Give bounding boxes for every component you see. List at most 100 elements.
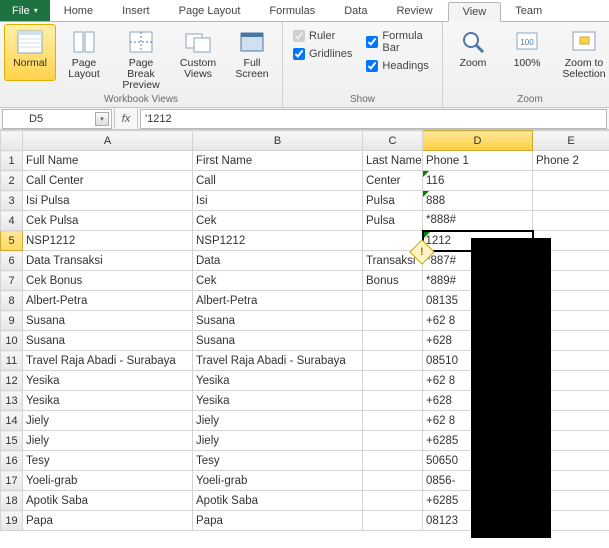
custom-views-button[interactable]: Custom Views bbox=[172, 24, 224, 81]
row-header[interactable]: 1 bbox=[1, 151, 23, 171]
cell[interactable]: Data bbox=[193, 251, 363, 271]
cell[interactable] bbox=[363, 311, 423, 331]
tab-view[interactable]: View bbox=[448, 2, 502, 22]
cell[interactable]: Albert-Petra bbox=[193, 291, 363, 311]
row-header[interactable]: 19 bbox=[1, 511, 23, 531]
fx-button[interactable]: fx bbox=[114, 108, 138, 129]
row-header[interactable]: 6 bbox=[1, 251, 23, 271]
column-header-C[interactable]: C bbox=[363, 131, 423, 151]
cell[interactable]: 116 bbox=[423, 171, 533, 191]
cell[interactable]: NSP1212 bbox=[193, 231, 363, 251]
tab-insert[interactable]: Insert bbox=[108, 2, 165, 20]
cell[interactable]: Full Name bbox=[23, 151, 193, 171]
cell[interactable]: Yesika bbox=[193, 371, 363, 391]
cell[interactable] bbox=[533, 171, 609, 191]
cell[interactable]: Center bbox=[363, 171, 423, 191]
cell[interactable] bbox=[363, 511, 423, 531]
full-screen-button[interactable]: Full Screen bbox=[226, 24, 278, 81]
row-header[interactable]: 9 bbox=[1, 311, 23, 331]
cell[interactable]: Susana bbox=[193, 311, 363, 331]
cell[interactable]: Susana bbox=[23, 331, 193, 351]
cell[interactable]: Papa bbox=[193, 511, 363, 531]
cell[interactable]: Jiely bbox=[193, 411, 363, 431]
name-box-dropdown[interactable]: ▾ bbox=[95, 112, 109, 126]
cell[interactable] bbox=[363, 371, 423, 391]
row-header[interactable]: 3 bbox=[1, 191, 23, 211]
row-header[interactable]: 17 bbox=[1, 471, 23, 491]
cell[interactable]: Call bbox=[193, 171, 363, 191]
normal-view-button[interactable]: Normal bbox=[4, 24, 56, 81]
column-header-E[interactable]: E bbox=[533, 131, 609, 151]
cell[interactable]: Yoeli-grab bbox=[193, 471, 363, 491]
gridlines-checkbox[interactable]: Gridlines bbox=[293, 48, 352, 60]
cell[interactable] bbox=[363, 351, 423, 371]
cell[interactable] bbox=[363, 491, 423, 511]
column-header-D[interactable]: D bbox=[423, 131, 533, 151]
cell[interactable]: Pulsa bbox=[363, 211, 423, 231]
cell[interactable]: Bonus bbox=[363, 271, 423, 291]
cell[interactable]: Albert-Petra bbox=[23, 291, 193, 311]
cell[interactable]: Isi Pulsa bbox=[23, 191, 193, 211]
cell[interactable]: *888# bbox=[423, 211, 533, 231]
tab-home[interactable]: Home bbox=[50, 2, 108, 20]
cell[interactable]: Jiely bbox=[193, 431, 363, 451]
cell[interactable]: Yesika bbox=[193, 391, 363, 411]
tab-team[interactable]: Team bbox=[501, 2, 557, 20]
headings-checkbox[interactable]: Headings bbox=[366, 60, 432, 72]
column-header-A[interactable]: A bbox=[23, 131, 193, 151]
cell[interactable] bbox=[363, 471, 423, 491]
tab-file[interactable]: File ▾ bbox=[0, 0, 50, 21]
page-layout-button[interactable]: Page Layout bbox=[58, 24, 110, 81]
cell[interactable]: Pulsa bbox=[363, 191, 423, 211]
cell[interactable]: Papa bbox=[23, 511, 193, 531]
cell[interactable]: Yoeli-grab bbox=[23, 471, 193, 491]
cell[interactable]: Susana bbox=[23, 311, 193, 331]
row-header[interactable]: 14 bbox=[1, 411, 23, 431]
cell[interactable] bbox=[363, 291, 423, 311]
cell[interactable]: Tesy bbox=[193, 451, 363, 471]
zoom-button[interactable]: Zoom bbox=[447, 24, 499, 81]
cell[interactable]: Call Center bbox=[23, 171, 193, 191]
column-header-B[interactable]: B bbox=[193, 131, 363, 151]
row-header[interactable]: 8 bbox=[1, 291, 23, 311]
row-header[interactable]: 2 bbox=[1, 171, 23, 191]
cell[interactable] bbox=[363, 451, 423, 471]
zoom-to-selection-button[interactable]: Zoom to Selection bbox=[555, 24, 609, 81]
cell[interactable] bbox=[363, 431, 423, 451]
cell[interactable]: Cek bbox=[193, 271, 363, 291]
cell[interactable] bbox=[363, 331, 423, 351]
cell[interactable]: Tesy bbox=[23, 451, 193, 471]
cell[interactable]: NSP1212 bbox=[23, 231, 193, 251]
cell[interactable]: Phone 1 bbox=[423, 151, 533, 171]
spreadsheet-grid[interactable]: ABCDE1Full NameFirst NameLast NamePhone … bbox=[0, 130, 609, 531]
tab-formulas[interactable]: Formulas bbox=[255, 2, 330, 20]
zoom-100-button[interactable]: 100 100% bbox=[501, 24, 553, 81]
cell[interactable]: Cek bbox=[193, 211, 363, 231]
tab-review[interactable]: Review bbox=[382, 2, 447, 20]
cell[interactable] bbox=[533, 211, 609, 231]
row-header[interactable]: 4 bbox=[1, 211, 23, 231]
cell[interactable]: Apotik Saba bbox=[23, 491, 193, 511]
cell[interactable]: Susana bbox=[193, 331, 363, 351]
tab-data[interactable]: Data bbox=[330, 2, 382, 20]
row-header[interactable]: 12 bbox=[1, 371, 23, 391]
page-break-preview-button[interactable]: Page Break Preview bbox=[112, 24, 170, 92]
row-header[interactable]: 11 bbox=[1, 351, 23, 371]
cell[interactable]: Phone 2 bbox=[533, 151, 609, 171]
row-header[interactable]: 5 bbox=[1, 231, 23, 251]
formula-bar-checkbox[interactable]: Formula Bar bbox=[366, 30, 432, 54]
row-header[interactable]: 15 bbox=[1, 431, 23, 451]
cell[interactable] bbox=[363, 411, 423, 431]
cell[interactable] bbox=[533, 191, 609, 211]
select-all-corner[interactable] bbox=[1, 131, 23, 151]
cell[interactable]: Cek Pulsa bbox=[23, 211, 193, 231]
row-header[interactable]: 13 bbox=[1, 391, 23, 411]
cell[interactable]: First Name bbox=[193, 151, 363, 171]
row-header[interactable]: 18 bbox=[1, 491, 23, 511]
cell[interactable] bbox=[363, 391, 423, 411]
cell[interactable]: 888 bbox=[423, 191, 533, 211]
cell[interactable]: Apotik Saba bbox=[193, 491, 363, 511]
tab-page-layout[interactable]: Page Layout bbox=[165, 2, 256, 20]
cell[interactable]: Isi bbox=[193, 191, 363, 211]
cell[interactable]: Travel Raja Abadi - Surabaya bbox=[23, 351, 193, 371]
